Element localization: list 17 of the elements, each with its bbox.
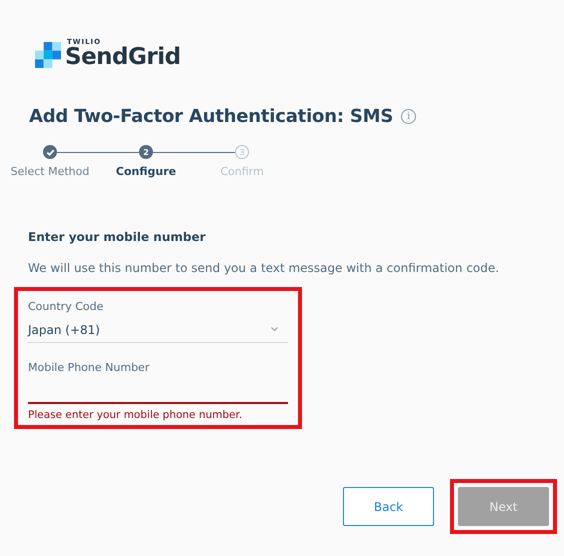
section-heading: Enter your mobile number xyxy=(28,230,207,244)
error-message: Please enter your mobile phone number. xyxy=(28,409,244,421)
country-select[interactable]: Japan (+81) xyxy=(28,317,288,343)
step-label: Configure xyxy=(116,165,176,178)
step-label: Confirm xyxy=(220,165,264,178)
logo-wordmark: SendGrid xyxy=(65,46,181,68)
step-number: 3 xyxy=(235,145,249,159)
step-number: 2 xyxy=(139,145,153,159)
logo-icon xyxy=(35,42,61,68)
description-text: We will use this number to send you a text message with a confirmation code. xyxy=(28,261,500,275)
field-label: Country Code xyxy=(28,300,104,313)
page-title: Add Two-Factor Authentication: SMS xyxy=(29,106,394,127)
info-icon[interactable]: i xyxy=(401,109,416,124)
step-label: Select Method xyxy=(10,165,90,178)
field-label: Mobile Phone Number xyxy=(28,361,150,374)
back-button[interactable]: Back xyxy=(343,487,434,526)
caret-icon xyxy=(271,327,278,332)
